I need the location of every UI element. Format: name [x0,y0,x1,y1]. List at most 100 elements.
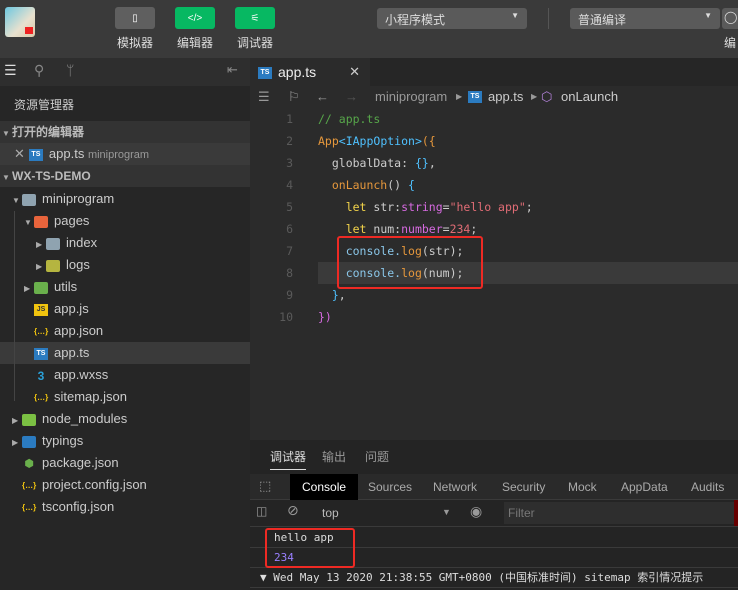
tab-problems[interactable]: 问题 [365,448,389,465]
tree-item[interactable]: ▼ pages [0,210,250,232]
devtools-tab-console[interactable]: Console [290,474,359,500]
context-select[interactable]: top [322,506,339,520]
tree-item[interactable]: {…} sitemap.json [0,386,250,408]
back-arrow-icon[interactable]: ← [316,86,329,108]
ts-file-icon: TS [468,91,482,103]
code-token: string [401,200,443,214]
code-token: , [338,288,346,302]
compile-label: 编 [723,36,736,50]
editor-label: 编辑器 [176,36,213,50]
tab-debugger[interactable]: 调试器 [270,448,307,470]
compile-button[interactable]: ◯ [722,8,738,29]
expand-arrow-icon: ▶ [36,262,43,271]
clear-console-icon[interactable]: ⊘ [287,502,299,519]
close-icon[interactable]: ✕ [14,146,25,161]
close-icon[interactable]: ✕ [349,58,360,86]
breadcrumb-file[interactable]: app.ts [488,86,523,108]
code-line: globalData: {}, [318,152,436,174]
search-icon[interactable]: ⚲ [34,62,44,79]
open-editors-section[interactable]: ▼ 打开的编辑器 [0,121,250,143]
explorer-sidebar: ☰ ⚲ ᛘ ⇤ 资源管理器 ▼ 打开的编辑器 ✕ TS app.ts miniprog… [0,58,250,590]
tree-item[interactable]: ▶ index [0,232,250,254]
tree-item-label: utils [54,279,78,294]
tree-item[interactable]: ▼ miniprogram [0,188,250,210]
code-token: <IAppOption> [338,134,422,148]
devtools-tab-appdata[interactable]: AppData [621,476,668,498]
editor-button[interactable]: </> [175,7,215,29]
tree-item-label: miniprogram [42,191,115,206]
expand-arrow-icon: ▶ [36,240,43,249]
indent-guide [14,211,15,401]
sidebar-toggle-icon[interactable]: ◫ [256,504,267,518]
code-token: globalData [318,156,402,170]
project-section[interactable]: ▼ WX-TS-DEMO [0,165,250,187]
tree-item[interactable]: {…} tsconfig.json [0,496,250,518]
caret-down-icon: ▼ [511,11,519,20]
tab-output[interactable]: 输出 [322,448,346,465]
tree-item[interactable]: TS app.ts [0,342,250,364]
breadcrumb-symbol[interactable]: onLaunch [561,86,618,108]
git-branch-icon[interactable]: ᛘ [66,62,74,78]
chevron-right-icon: ▶ [456,92,463,101]
tree-item[interactable]: JS app.js [0,298,250,320]
simulator-button[interactable]: ▯ [115,7,155,29]
tree-item-label: tsconfig.json [42,499,115,514]
code-token: {} [414,156,429,170]
code-token: App [318,134,339,148]
filter-input[interactable]: Filter [504,502,734,524]
debug-panel: 调试器 输出 问题 ⬚ Console Sources Network Securit… [250,440,738,590]
code-token: } [318,288,339,302]
file-name: app.ts [48,146,85,161]
css-icon: 3 [37,368,45,383]
tree-item-label: logs [66,257,90,272]
devtools-tab-network[interactable]: Network [433,476,477,498]
outline-icon[interactable]: ☰ [258,86,270,108]
bookmark-icon[interactable]: ⚐ [288,86,300,108]
tree-item-label: node_modules [42,411,128,426]
devtools-tab-audits[interactable]: Audits [691,476,724,498]
code-token: onLaunch [318,178,388,192]
tree-item[interactable]: ⬢ package.json [0,452,250,474]
tree-item[interactable]: 3 app.wxss [0,364,250,386]
devtools-tab-security[interactable]: Security [502,476,545,498]
tree-item[interactable]: {…} project.config.json [0,474,250,496]
breadcrumb-folder[interactable]: miniprogram [375,86,447,108]
collapse-sidebar-icon[interactable]: ⇤ [227,62,238,78]
tree-item[interactable]: {…} app.json [0,320,250,342]
tree-item-label: app.json [54,323,104,338]
mode-select-value: 小程序模式 [385,13,446,27]
line-number: 1 [286,112,293,126]
tree-item[interactable]: ▶ utils [0,276,250,298]
code-token: ; [470,222,478,236]
console-message[interactable]: ▼ Wed May 13 2020 21:38:55 GMT+0800 (中国标… [250,568,738,588]
error-indicator [734,500,738,526]
json-icon: {…} [22,502,37,512]
tab-app-ts[interactable]: TS app.ts ✕ [250,58,370,86]
code-token: let [318,200,374,214]
project-avatar[interactable] [5,7,35,37]
eye-icon[interactable]: ◉ [470,503,482,520]
code-token: let [318,222,374,236]
line-number: 7 [286,244,293,258]
highlight-box [337,236,483,289]
open-editor-item[interactable]: ✕ TS app.ts miniprogram [0,143,250,165]
folder-icon [46,237,60,250]
tree-item[interactable]: ▶ logs [0,254,250,276]
compile-select[interactable]: 普通编译 ▼ [570,8,720,29]
mode-select[interactable]: 小程序模式 ▼ [377,8,527,29]
caret-down-icon: ▼ [704,11,712,20]
js-icon: JS [34,303,48,316]
list-icon[interactable]: ☰ [4,62,17,79]
forward-arrow-icon[interactable]: → [345,86,358,108]
tree-item-label: project.config.json [42,477,147,492]
tree-item[interactable]: ▶ node_modules [0,408,250,430]
caret-down-icon[interactable]: ▼ [442,507,451,517]
breadcrumb: ☰ ⚐ ← → miniprogram ▶ TS app.ts ▶ ⬡ onLa… [250,86,738,108]
devtools-tab-mock[interactable]: Mock [568,476,597,498]
tree-item[interactable]: ▶ typings [0,430,250,452]
debugger-button[interactable]: ⚟ [235,7,275,29]
devtools-tab-sources[interactable]: Sources [368,476,412,498]
code-token: // app.ts [318,112,381,126]
code-line: App<IAppOption>({ [318,130,436,152]
inspect-element-icon[interactable]: ⬚ [259,478,271,494]
